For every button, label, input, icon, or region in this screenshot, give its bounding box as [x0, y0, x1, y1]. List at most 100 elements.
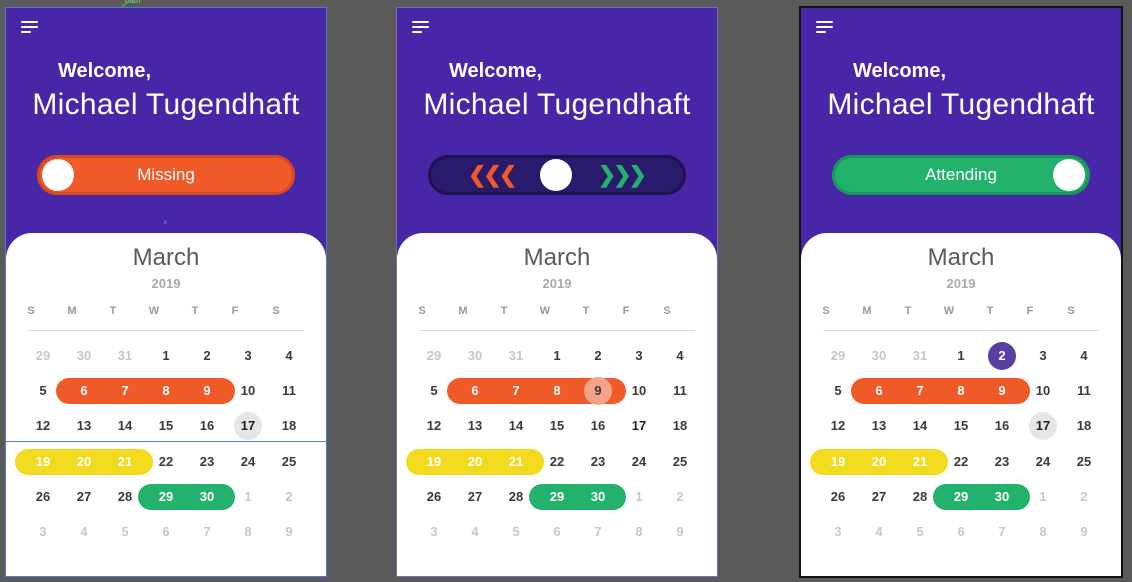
hamburger-menu-icon[interactable]: [21, 21, 39, 35]
calendar-day[interactable]: 18: [274, 413, 304, 439]
calendar-day[interactable]: 21: [110, 449, 140, 475]
calendar-day[interactable]: 3: [624, 343, 654, 369]
calendar-day[interactable]: 3: [233, 343, 263, 369]
calendar-day[interactable]: 1: [1028, 484, 1058, 510]
calendar-day[interactable]: 4: [274, 343, 304, 369]
calendar-day[interactable]: 13: [69, 413, 99, 439]
calendar-day[interactable]: 26: [419, 484, 449, 510]
calendar-day[interactable]: 11: [665, 378, 695, 404]
calendar-day[interactable]: 2: [274, 484, 304, 510]
calendar-day[interactable]: 12: [419, 413, 449, 439]
calendar-day[interactable]: 8: [946, 378, 976, 404]
calendar-day[interactable]: 17: [624, 413, 654, 439]
calendar-day[interactable]: 8: [1028, 519, 1058, 545]
calendar-day[interactable]: 31: [905, 343, 935, 369]
calendar-day[interactable]: 30: [192, 484, 222, 510]
calendar-day[interactable]: 2: [665, 484, 695, 510]
calendar-day[interactable]: 15: [946, 413, 976, 439]
calendar-day[interactable]: 24: [624, 449, 654, 475]
calendar-day[interactable]: 21: [905, 449, 935, 475]
calendar-day[interactable]: 23: [192, 449, 222, 475]
calendar-day[interactable]: 24: [1028, 449, 1058, 475]
calendar-day[interactable]: 14: [501, 413, 531, 439]
toggle-knob[interactable]: [1053, 159, 1085, 191]
calendar-day[interactable]: 17: [1028, 413, 1058, 439]
calendar-day[interactable]: 12: [823, 413, 853, 439]
calendar-day[interactable]: 3: [419, 519, 449, 545]
attendance-toggle[interactable]: Missing: [37, 155, 295, 195]
calendar-day[interactable]: 4: [69, 519, 99, 545]
calendar-day[interactable]: 10: [1028, 378, 1058, 404]
calendar-day[interactable]: 16: [987, 413, 1017, 439]
calendar-day[interactable]: 3: [1028, 343, 1058, 369]
calendar-day[interactable]: 15: [542, 413, 572, 439]
calendar-day[interactable]: 1: [542, 343, 572, 369]
calendar-day[interactable]: 14: [905, 413, 935, 439]
calendar-day[interactable]: 28: [501, 484, 531, 510]
calendar-day[interactable]: 9: [583, 378, 613, 404]
calendar-day[interactable]: 4: [460, 519, 490, 545]
calendar-day[interactable]: 3: [823, 519, 853, 545]
calendar-day[interactable]: 30: [460, 343, 490, 369]
calendar-day[interactable]: 7: [987, 519, 1017, 545]
calendar-day[interactable]: 5: [110, 519, 140, 545]
calendar-day[interactable]: 27: [864, 484, 894, 510]
calendar-day[interactable]: 29: [28, 343, 58, 369]
calendar-day[interactable]: 31: [501, 343, 531, 369]
calendar-day[interactable]: 29: [823, 343, 853, 369]
calendar-day[interactable]: 17: [233, 413, 263, 439]
calendar-day[interactable]: 25: [1069, 449, 1099, 475]
calendar-day[interactable]: 15: [151, 413, 181, 439]
calendar-day[interactable]: 5: [28, 378, 58, 404]
calendar-day[interactable]: 4: [1069, 343, 1099, 369]
calendar-day[interactable]: 23: [987, 449, 1017, 475]
calendar-day[interactable]: 6: [69, 378, 99, 404]
calendar-day[interactable]: 11: [274, 378, 304, 404]
calendar-day[interactable]: 7: [583, 519, 613, 545]
calendar-day[interactable]: 31: [110, 343, 140, 369]
calendar-day[interactable]: 30: [583, 484, 613, 510]
calendar-day[interactable]: 25: [665, 449, 695, 475]
calendar-day[interactable]: 1: [946, 343, 976, 369]
calendar-day[interactable]: 29: [542, 484, 572, 510]
calendar-day[interactable]: 19: [419, 449, 449, 475]
calendar-day[interactable]: 7: [501, 378, 531, 404]
calendar-day[interactable]: 1: [624, 484, 654, 510]
hamburger-menu-icon[interactable]: [816, 21, 834, 35]
attendance-toggle[interactable]: ❮❮❮ ❯❯❯: [428, 155, 686, 195]
calendar-day[interactable]: 10: [624, 378, 654, 404]
calendar-day[interactable]: 20: [864, 449, 894, 475]
calendar-day[interactable]: 7: [192, 519, 222, 545]
calendar-day[interactable]: 30: [987, 484, 1017, 510]
calendar-day[interactable]: 9: [274, 519, 304, 545]
calendar-day[interactable]: 4: [864, 519, 894, 545]
calendar-day[interactable]: 30: [69, 343, 99, 369]
calendar-day[interactable]: 19: [823, 449, 853, 475]
calendar-day[interactable]: 29: [946, 484, 976, 510]
calendar-day[interactable]: 2: [192, 343, 222, 369]
calendar-day[interactable]: 27: [460, 484, 490, 510]
calendar-day[interactable]: 3: [28, 519, 58, 545]
attendance-toggle[interactable]: Attending: [832, 155, 1090, 195]
calendar-day[interactable]: 2: [1069, 484, 1099, 510]
calendar-day[interactable]: 29: [151, 484, 181, 510]
calendar-day[interactable]: 5: [905, 519, 935, 545]
calendar-day[interactable]: 6: [542, 519, 572, 545]
calendar-day[interactable]: 25: [274, 449, 304, 475]
calendar-day[interactable]: 6: [946, 519, 976, 545]
calendar-day[interactable]: 1: [151, 343, 181, 369]
calendar-day[interactable]: 18: [1069, 413, 1099, 439]
calendar-day[interactable]: 7: [905, 378, 935, 404]
calendar-day[interactable]: 6: [864, 378, 894, 404]
calendar-day[interactable]: 13: [460, 413, 490, 439]
calendar-day[interactable]: 8: [151, 378, 181, 404]
calendar-day[interactable]: 23: [583, 449, 613, 475]
toggle-knob[interactable]: [42, 159, 74, 191]
calendar-day[interactable]: 21: [501, 449, 531, 475]
calendar-day[interactable]: 9: [1069, 519, 1099, 545]
calendar-day[interactable]: 22: [946, 449, 976, 475]
calendar-day[interactable]: 29: [419, 343, 449, 369]
calendar-day[interactable]: 14: [110, 413, 140, 439]
calendar-day[interactable]: 24: [233, 449, 263, 475]
calendar-day[interactable]: 5: [419, 378, 449, 404]
